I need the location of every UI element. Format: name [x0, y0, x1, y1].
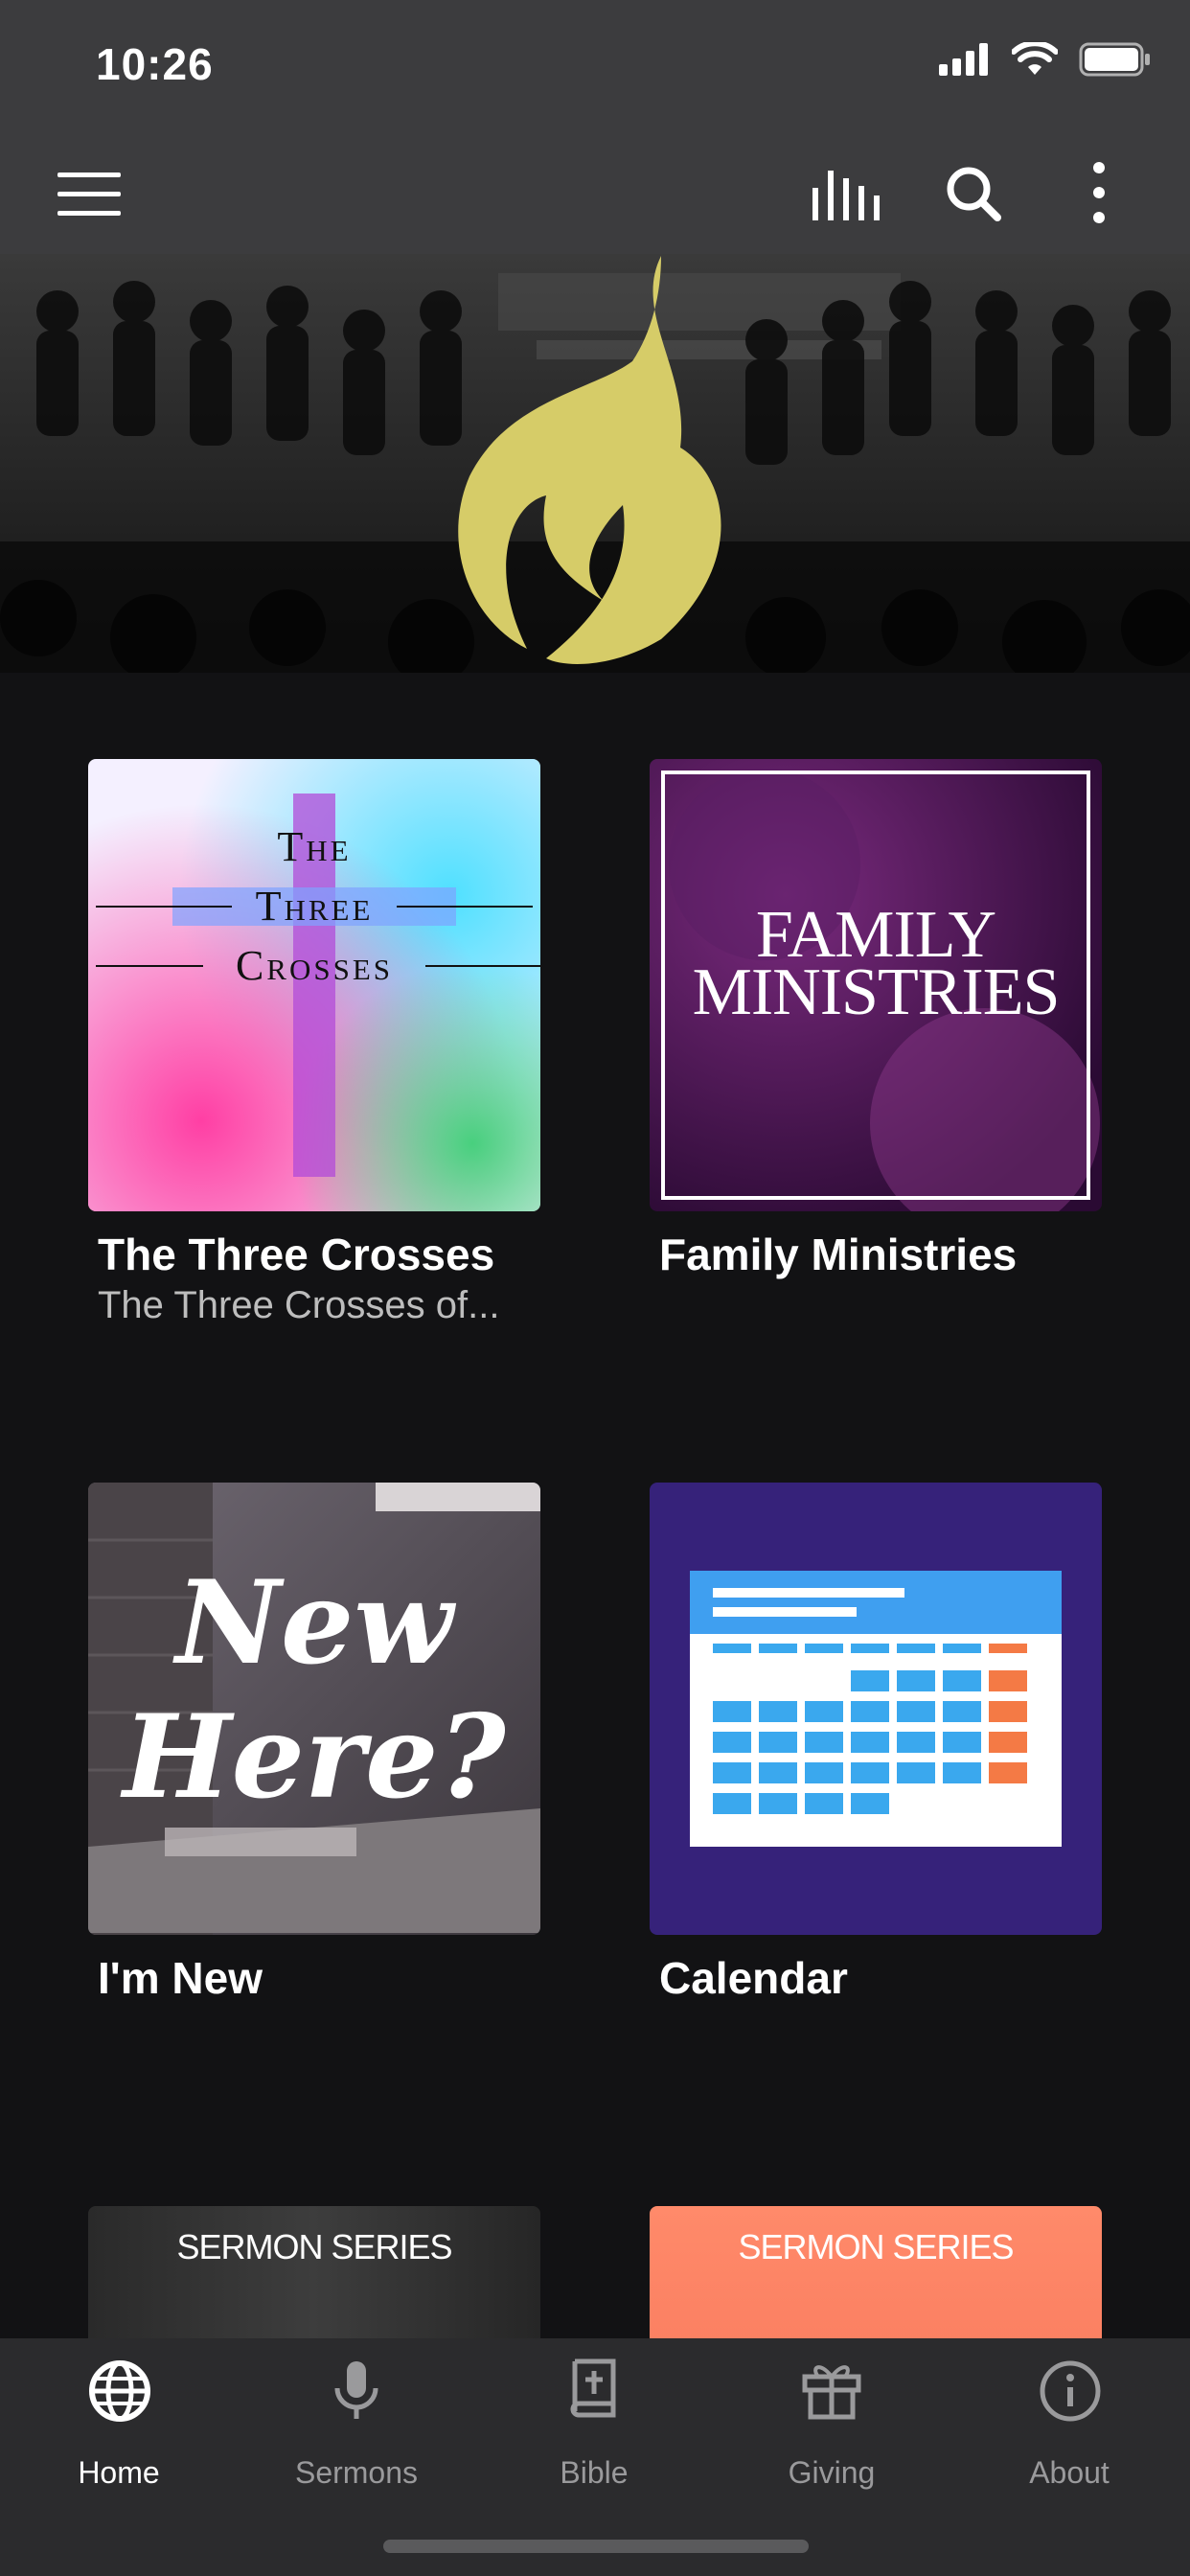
bible-icon — [570, 2358, 616, 2418]
tab-label: Bible — [560, 2455, 629, 2490]
card-title: Family Ministries — [659, 1230, 1018, 1279]
status-icons — [939, 42, 1152, 77]
tab-giving[interactable]: Giving — [713, 2338, 950, 2520]
tab-label: About — [1029, 2455, 1110, 2490]
gift-icon — [802, 2365, 861, 2420]
status-time: 10:26 — [96, 39, 214, 89]
globe-icon — [89, 2360, 150, 2422]
status-bar: 10:26 — [0, 0, 1190, 134]
tab-home[interactable]: Home — [0, 2338, 238, 2520]
sermon-series-art-text: SERMON SERIES — [738, 2227, 1014, 2266]
calendar-thumbnail — [650, 1483, 1102, 1935]
tab-sermons[interactable]: Sermons — [238, 2338, 475, 2520]
tab-about[interactable]: About — [950, 2338, 1188, 2520]
three-crosses-art-line-3: Crosses — [235, 942, 394, 989]
card-three-crosses[interactable]: The Three Crosses The Three Crosses The … — [88, 759, 540, 1326]
sermon-series-art-text: SERMON SERIES — [176, 2227, 452, 2266]
audio-bars-icon[interactable] — [812, 167, 880, 220]
more-vertical-icon[interactable] — [1088, 161, 1110, 224]
wifi-icon — [1012, 42, 1058, 75]
hero-banner — [0, 254, 1190, 673]
battery-icon — [1079, 42, 1150, 77]
three-crosses-art-line-2: Three — [255, 883, 374, 930]
flame-logo-icon — [458, 256, 721, 664]
card-calendar[interactable]: Calendar — [650, 1483, 1102, 2003]
new-here-art-line-1: New — [175, 1555, 453, 1690]
calendar-icon — [690, 1571, 1062, 1847]
hamburger-menu-icon[interactable] — [57, 172, 121, 217]
family-ministries-thumbnail: FAMILY MINISTRIES — [650, 759, 1102, 1211]
cellular-signal-icon — [939, 43, 988, 76]
new-here-thumbnail: New Here? — [88, 1483, 540, 1935]
search-icon[interactable] — [945, 165, 1002, 222]
card-subtitle: The Three Crosses of... — [98, 1284, 500, 1326]
card-title: The Three Crosses — [98, 1230, 495, 1279]
tab-label: Sermons — [294, 2455, 419, 2490]
card-title: Calendar — [659, 1953, 848, 2003]
content-grid: The Three Crosses The Three Crosses The … — [0, 673, 1190, 2338]
home-indicator[interactable] — [383, 2540, 809, 2553]
new-here-art-line-2: Here? — [123, 1690, 506, 1825]
card-title: I'm New — [98, 1953, 263, 2003]
card-im-new[interactable]: New Here? I'm New — [88, 1483, 540, 2003]
three-crosses-thumbnail: The Three Crosses — [88, 759, 540, 1211]
tab-bible[interactable]: Bible — [475, 2338, 713, 2520]
card-sermon-series-1[interactable]: SERMON SERIES — [88, 2206, 540, 2338]
sermon-series-thumbnail: SERMON SERIES — [650, 2206, 1102, 2338]
info-icon — [1040, 2360, 1101, 2422]
app-bar — [0, 134, 1190, 254]
microphone-icon — [334, 2361, 378, 2419]
tab-label: Home — [78, 2455, 160, 2490]
card-sermon-series-2[interactable]: SERMON SERIES — [650, 2206, 1102, 2338]
card-family-ministries[interactable]: FAMILY MINISTRIES Family Ministries — [650, 759, 1102, 1279]
family-ministries-art-line-2: MINISTRIES — [692, 955, 1061, 1029]
sermon-series-thumbnail: SERMON SERIES — [88, 2206, 540, 2338]
three-crosses-art-line-1: The — [277, 823, 352, 870]
tab-label: Giving — [788, 2455, 876, 2490]
